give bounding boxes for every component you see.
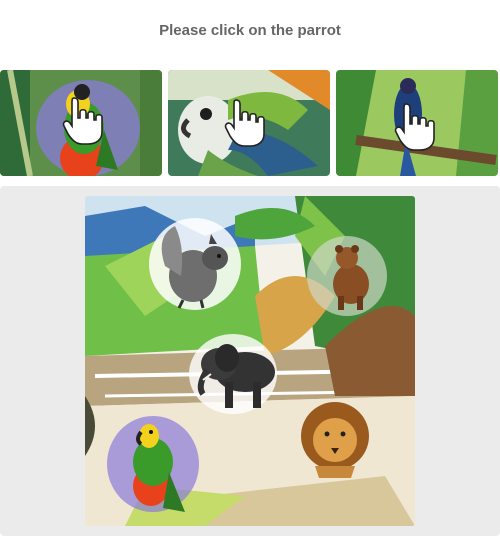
example-image-2 [168, 70, 330, 176]
parrot-image[interactable] [107, 416, 199, 512]
example-image-1 [0, 70, 162, 176]
bear-image[interactable] [307, 236, 387, 316]
captcha-prompt: Please click on the parrot [159, 22, 341, 39]
captcha-challenge: Please click on the parrot [0, 0, 500, 536]
pointer-hand-icon [224, 98, 270, 148]
challenge-image[interactable] [85, 196, 415, 526]
elephant-image[interactable] [189, 334, 277, 414]
squirrel-image[interactable] [149, 218, 241, 310]
pointer-hand-icon [62, 96, 108, 146]
pointer-hand-icon [394, 102, 440, 152]
example-image-3 [336, 70, 498, 176]
